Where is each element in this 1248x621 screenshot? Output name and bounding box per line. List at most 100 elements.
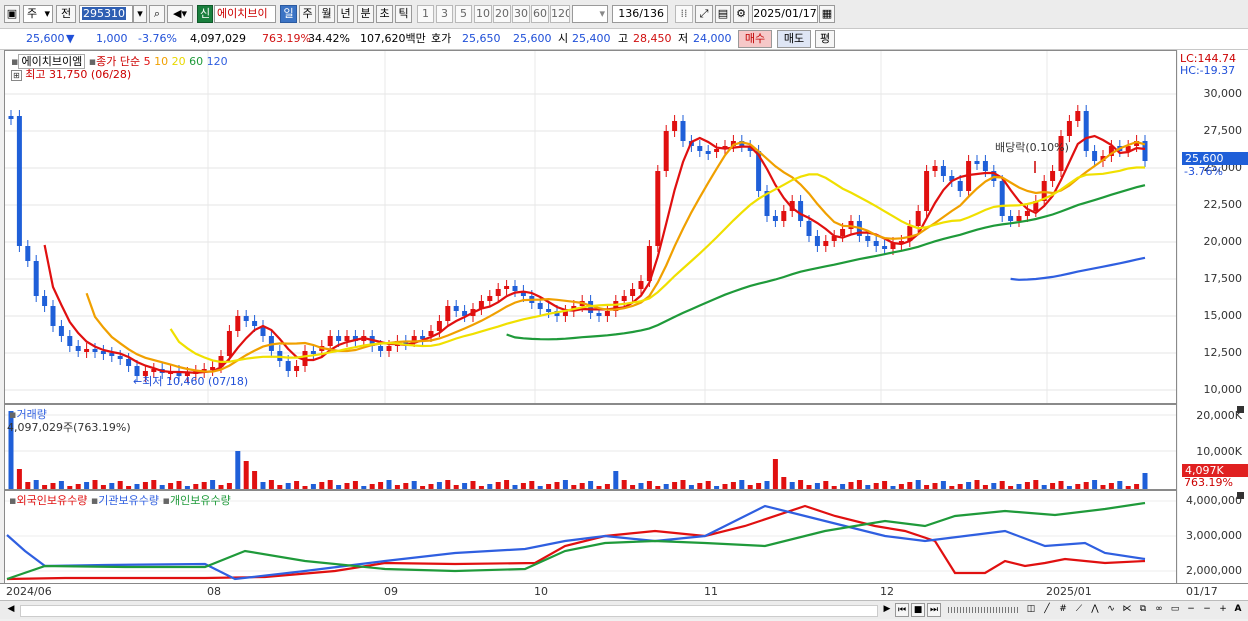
period-tab-year[interactable]: 년 — [337, 5, 354, 23]
high-annotation: ⊞ 최고 31,750 (06/28) — [11, 66, 131, 82]
first-page-icon[interactable]: ⏮ — [895, 603, 909, 617]
magnifier-icon[interactable]: ⌕ — [149, 5, 165, 23]
scroll-track[interactable] — [20, 605, 878, 617]
volume-bar — [92, 480, 98, 489]
date-label: 12 — [880, 585, 894, 598]
zoom-out-icon[interactable]: − — [1184, 603, 1198, 617]
price-tick: 12,500 — [1203, 346, 1243, 359]
candle-body — [453, 306, 459, 311]
interval-5[interactable]: 5 — [455, 5, 472, 23]
calendar-icon[interactable]: ▦ — [819, 5, 835, 23]
trend-tool-icon[interactable]: ╱ — [1040, 603, 1054, 617]
count-field[interactable]: 136/136 — [612, 5, 668, 23]
candle-body — [604, 311, 610, 316]
volume-bar — [974, 480, 980, 489]
candle-body — [512, 286, 518, 291]
period-tab-second[interactable]: 초 — [376, 5, 393, 23]
candle-body — [999, 181, 1005, 216]
eval-button[interactable]: 평 — [815, 30, 835, 48]
stop-icon[interactable]: ■ — [911, 603, 925, 617]
legend-ma60: 60 — [189, 55, 204, 68]
print-icon[interactable]: ▤ — [715, 5, 731, 23]
price-chart-panel[interactable]: ▪ 에이치브이엠 ▪종가 단순 5 10 20 60 120 ⊞ 최고 31,75… — [4, 50, 1177, 404]
buy-button[interactable]: 매수 — [738, 30, 772, 48]
candle-body — [772, 216, 778, 221]
volume-bar — [210, 480, 216, 489]
volume-bar — [798, 480, 804, 489]
panel-close-icon[interactable] — [1237, 492, 1244, 499]
sell-button[interactable]: 매도 — [777, 30, 811, 48]
date-field[interactable]: 2025/01/17 — [752, 5, 818, 23]
volume-bar — [168, 483, 174, 489]
ma-line — [1010, 256, 1146, 281]
link-icon[interactable]: ∞ — [1152, 603, 1166, 617]
scroll-left-icon[interactable]: ◀ — [4, 603, 18, 617]
new-badge[interactable]: 신 — [197, 5, 213, 23]
font-size-icon[interactable]: A — [1231, 603, 1245, 617]
candle-body — [974, 161, 980, 164]
volume-bar — [369, 484, 375, 489]
interval-30[interactable]: 30 — [512, 5, 530, 23]
interval-dropdown[interactable]: ▾ — [572, 5, 608, 23]
screen-icon[interactable]: ▭ — [1168, 603, 1182, 617]
interval-10[interactable]: 10 — [474, 5, 492, 23]
speaker-icon[interactable]: ◀▾ — [167, 5, 193, 23]
interval-60[interactable]: 60 — [531, 5, 549, 23]
volume-bar — [226, 483, 232, 489]
volume-bar — [562, 480, 568, 489]
interval-1[interactable]: 1 — [417, 5, 434, 23]
draw-tool-icon[interactable]: ⤢ — [695, 5, 713, 23]
zigzag-tool-icon[interactable]: ⋀ — [1088, 603, 1102, 617]
last-price-marker: 25,600 — [1182, 152, 1248, 165]
copy-icon[interactable]: ⧉ — [1136, 603, 1150, 617]
volume-bar — [814, 483, 820, 489]
holdings-panel[interactable]: ▪외국인보유수량 ▪기관보유수량 ▪개인보유수량 — [4, 490, 1177, 584]
candle-body — [1024, 211, 1030, 216]
last-page-icon[interactable]: ⏭ — [927, 603, 941, 617]
stock-name-field[interactable]: 에이치브이 — [214, 5, 276, 23]
volume-bar — [1024, 482, 1030, 489]
draw-line-icon[interactable]: ⟋ — [1072, 603, 1086, 617]
volume-bar — [789, 482, 795, 489]
period-tab-day[interactable]: 일 — [280, 5, 297, 23]
hc-label: HC:-19.37 — [1180, 64, 1236, 77]
candle-body — [252, 321, 258, 326]
volume-bar — [1092, 480, 1098, 489]
period-tab-week[interactable]: 주 — [299, 5, 316, 23]
period-tab-month[interactable]: 월 — [318, 5, 335, 23]
wave-tool-icon[interactable]: ∿ — [1104, 603, 1118, 617]
grid-icon[interactable]: ⁞⁞ — [675, 5, 693, 23]
gear-icon[interactable]: ⚙ — [733, 5, 749, 23]
volume-bar — [1083, 482, 1089, 489]
scroll-right-icon[interactable]: ▶ — [880, 603, 894, 617]
period-tab-minute[interactable]: 분 — [357, 5, 374, 23]
reset-zoom-icon[interactable]: − — [1200, 603, 1214, 617]
market-select[interactable]: 주 ▾ — [23, 5, 53, 23]
candle-body — [638, 281, 644, 289]
code-dropdown-chevron-icon[interactable]: ▾ — [133, 5, 147, 23]
camera-icon[interactable]: ◫ — [1024, 603, 1038, 617]
stock-code-input[interactable]: 295310 — [79, 5, 133, 23]
cross-tool-icon[interactable]: ⋉ — [1120, 603, 1134, 617]
holding-line — [6, 501, 1146, 581]
bid-price: 25,600 — [513, 32, 552, 45]
volume-bar — [1066, 486, 1072, 489]
candle-body — [873, 241, 879, 246]
volume-bar — [680, 480, 686, 489]
interval-120[interactable]: 120 — [550, 5, 570, 23]
volume-bar — [630, 485, 636, 489]
volume-panel[interactable]: ▪거래량 4,097,029주(763.19%) — [4, 404, 1177, 490]
candle-body — [226, 331, 232, 356]
volume-bar — [235, 451, 241, 489]
interval-3[interactable]: 3 — [436, 5, 453, 23]
period-tab-tick[interactable]: 틱 — [395, 5, 412, 23]
grid-tool-icon[interactable]: # — [1056, 603, 1070, 617]
prev-button[interactable]: 전 — [56, 5, 76, 23]
candle-body — [58, 326, 64, 336]
panel-close-icon[interactable] — [1237, 406, 1244, 413]
chart-menu-icon[interactable]: ▣ — [4, 5, 20, 23]
volume-bar — [218, 485, 224, 489]
zoom-slider[interactable] — [948, 607, 1020, 613]
interval-20[interactable]: 20 — [493, 5, 511, 23]
zoom-in-icon[interactable]: + — [1216, 603, 1230, 617]
